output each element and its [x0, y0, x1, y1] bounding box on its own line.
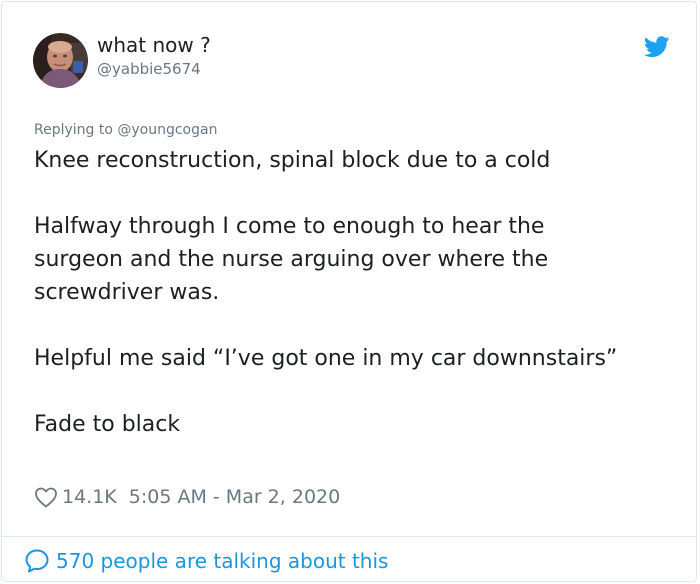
tweet-meta: 14.1K 5:05 AM - Mar 2, 2020: [34, 484, 340, 510]
avatar-photo: [33, 33, 88, 88]
tweet-text: Knee reconstruction, spinal block due to…: [34, 144, 634, 441]
heart-icon[interactable]: [34, 486, 58, 508]
divider: [2, 536, 696, 537]
tweet-paragraph: Fade to black: [34, 412, 181, 437]
tweet-paragraph: Knee reconstruction, spinal block due to…: [34, 148, 551, 173]
speech-bubble-icon: [25, 549, 49, 573]
tweet-timestamp[interactable]: 5:05 AM - Mar 2, 2020: [129, 486, 340, 508]
tweet-card: what now ? @yabbie5674 Replying to @youn…: [1, 1, 697, 582]
conversation-label[interactable]: 570 people are talking about this: [56, 549, 388, 573]
author-display-name[interactable]: what now ?: [97, 33, 211, 57]
tweet-paragraph: Helpful me said “I’ve got one in my car …: [34, 346, 618, 371]
author-handle[interactable]: @yabbie5674: [97, 60, 201, 78]
avatar[interactable]: [33, 33, 88, 88]
reply-context[interactable]: Replying to @youngcogan: [34, 122, 217, 138]
twitter-bird-icon[interactable]: [644, 36, 670, 58]
like-count[interactable]: 14.1K: [62, 486, 117, 508]
conversation-link[interactable]: 570 people are talking about this: [24, 547, 388, 575]
tweet-paragraph: Halfway through I come to enough to hear…: [34, 214, 549, 305]
